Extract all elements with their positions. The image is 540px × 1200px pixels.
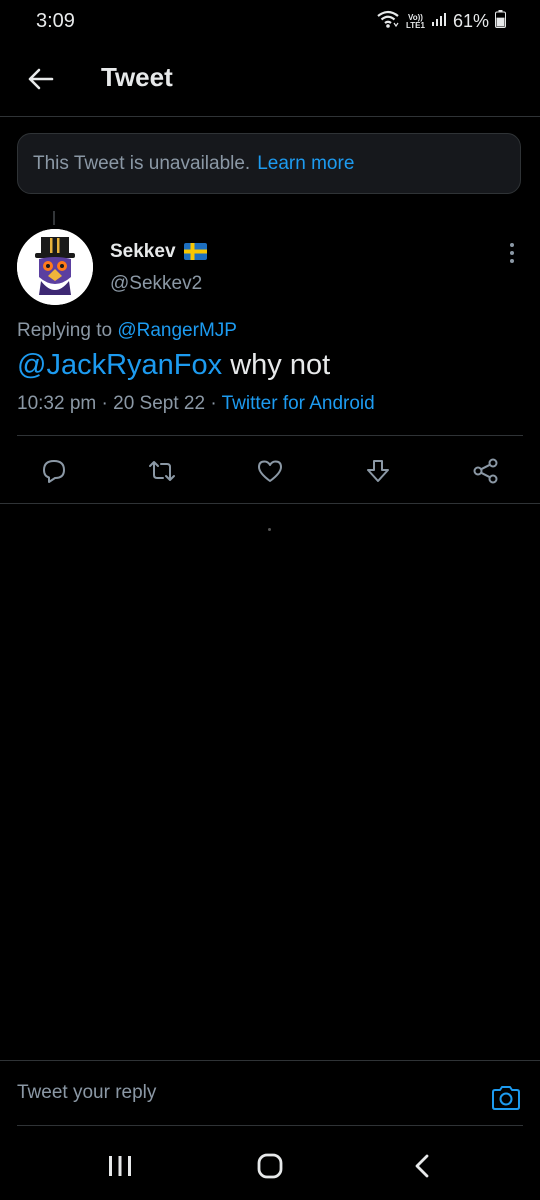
top-bar: Tweet: [0, 44, 540, 117]
retweet-button[interactable]: [145, 454, 179, 488]
back-button[interactable]: [22, 60, 60, 98]
learn-more-link[interactable]: Learn more: [257, 153, 354, 175]
author-handle[interactable]: @Sekkev2: [110, 273, 202, 295]
camera-button[interactable]: [489, 1081, 523, 1115]
reply-composer: [0, 1060, 540, 1126]
replying-to-link[interactable]: @RangerMJP: [117, 320, 237, 341]
status-bar: 3:09 Vo)) LTE1 61%: [0, 0, 540, 44]
sweden-flag-icon: [184, 243, 207, 265]
tweet-body: why not: [230, 349, 331, 381]
meta-separator: ·: [210, 393, 217, 414]
mention-link[interactable]: @JackRyanFox: [17, 349, 222, 381]
share-icon: [473, 458, 498, 484]
signal-icon: [431, 11, 447, 32]
avatar[interactable]: [17, 229, 93, 305]
meta-separator: ·: [101, 393, 108, 414]
more-options-button[interactable]: [500, 238, 524, 268]
retweet-icon: [149, 461, 175, 481]
tweet-source-link[interactable]: Twitter for Android: [222, 393, 375, 414]
recent-apps-icon: [109, 1156, 131, 1176]
heart-icon: [258, 460, 282, 482]
unavailable-message: This Tweet is unavailable.: [33, 152, 251, 174]
more-dot-icon: [510, 259, 514, 263]
author-name[interactable]: Sekkev: [110, 241, 176, 263]
reply-button[interactable]: [37, 454, 71, 488]
replying-to: Replying to @RangerMJP: [17, 320, 237, 342]
tweet-date: 20 Sept 22: [113, 393, 206, 414]
battery-icon: [495, 10, 506, 33]
more-dot-icon: [510, 251, 514, 255]
recent-apps-button[interactable]: [98, 1144, 142, 1188]
wifi-icon: [376, 9, 400, 34]
like-button[interactable]: [253, 454, 287, 488]
thread-connector-line: [53, 211, 55, 225]
downvote-button[interactable]: [361, 454, 395, 488]
home-icon: [257, 1153, 283, 1179]
unavailable-tweet-notice: This Tweet is unavailable. Learn more: [17, 133, 521, 194]
comment-icon: [43, 460, 65, 483]
reply-divider: [17, 1125, 523, 1126]
more-dot-icon: [510, 243, 514, 247]
replying-prefix: Replying to: [17, 320, 113, 341]
chevron-left-icon: [415, 1154, 429, 1178]
home-button[interactable]: [248, 1144, 292, 1188]
loading-indicator: [268, 528, 271, 531]
battery-percent: 61%: [452, 11, 489, 31]
tweet-actions: [0, 436, 540, 503]
tweet-meta: 10:32 pm · 20 Sept 22 · Twitter for Andr…: [17, 393, 375, 415]
camera-icon: [492, 1086, 520, 1110]
volte-indicator: Vo)) LTE1: [406, 12, 425, 30]
back-arrow-icon: [28, 68, 54, 90]
system-nav-bar: [0, 1130, 540, 1200]
divider: [0, 503, 540, 504]
tweet-time: 10:32 pm: [17, 393, 97, 414]
share-button[interactable]: [469, 454, 503, 488]
down-arrow-icon: [367, 460, 389, 482]
reply-input[interactable]: [17, 1073, 477, 1113]
tweet-text: @JackRyanFox why not: [17, 349, 330, 382]
status-icons: Vo)) LTE1 61%: [376, 9, 506, 34]
status-time: 3:09: [36, 10, 75, 32]
crow-avatar-icon: [17, 229, 93, 305]
page-title: Tweet: [101, 62, 173, 92]
system-back-button[interactable]: [400, 1144, 444, 1188]
